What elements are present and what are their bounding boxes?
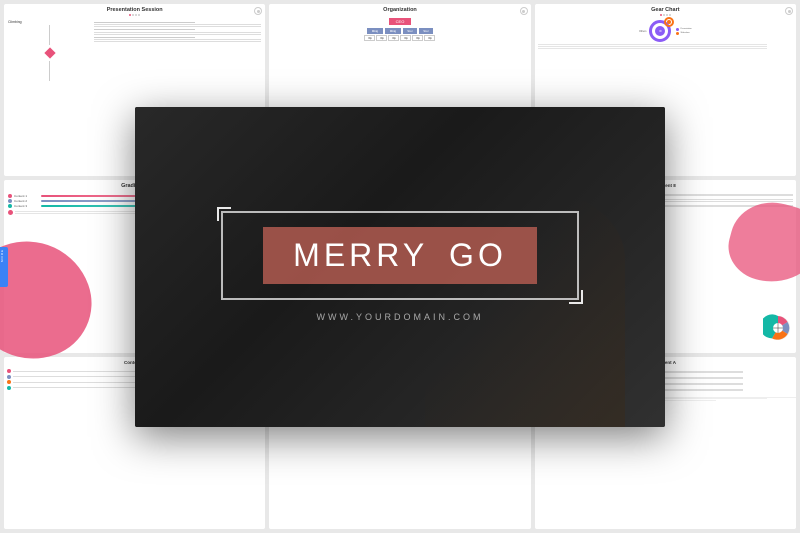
gear-dot2 [663,14,665,16]
gear-labels-left: Others [639,30,647,33]
slide1-title: Presentation Session [4,4,265,14]
gear-text-lines [535,42,796,51]
slide-org-menu[interactable] [520,7,528,15]
gear-icon-large: ⚙ [659,29,662,33]
gi-dot3 [8,204,12,208]
bl-dot3 [7,380,11,384]
dot1 [129,14,131,16]
sub3: Op [388,35,399,41]
gi-label2: Content 2 [14,199,39,203]
slide1-right [94,20,261,81]
slide1-step3 [94,37,194,38]
slide1-left: Climbing [8,20,91,81]
slide1-line3 [94,32,261,33]
gear-label-others: Others [639,30,647,33]
slide1-line4 [94,34,261,35]
gear-dot4 [669,14,671,16]
gear-legend-dot1 [676,28,679,31]
slide2-sub-row: Op Op Op Op Op Op [269,35,530,41]
slide2-dept-row: Mktg Mktg Stor Stor [269,28,530,34]
rmd-pie [763,313,793,348]
gear-circle-small [664,17,674,27]
sub1: Op [364,35,375,41]
dot2 [132,14,134,16]
slide2-ceo-row: CEO [269,16,530,27]
gear-legend-label2: Slideshow [680,32,689,34]
slide-gear-menu[interactable] [785,7,793,15]
bl-dot4 [7,386,11,390]
slide1-line1 [94,24,261,25]
gear-legend-item2: Slideshow [676,32,691,35]
sub5: Op [412,35,423,41]
sidebar-tab[interactable]: MORE [0,247,8,287]
dept3: Stor [403,28,417,34]
dept4: Stor [419,28,433,34]
dot3 [135,14,137,16]
gi-label1: Content 1 [14,194,39,198]
pie-svg [763,313,793,343]
bl-dot2 [7,375,11,379]
gear-legend-item1: Presentation [676,28,691,31]
slide3-title: Gear Chart [535,4,796,14]
gear-line1 [538,44,768,45]
gear-dot3 [666,14,668,16]
slide1-climbing-label: Climbing [8,20,91,24]
grad-circle-icon [8,210,13,215]
gear-inner-large: ⚙ [655,26,665,36]
sidebar-tab-label: MORE [0,247,4,264]
main-title-part2: GO [449,237,507,273]
gear-dot1 [660,14,662,16]
slide2-title: Organization [269,4,530,14]
sub4: Op [400,35,411,41]
main-title: MERRY GO [293,237,507,274]
gi-label3: Content 3 [14,204,39,208]
slide1-line2 [94,26,261,27]
main-title-bg: MERRY GO [263,227,537,284]
dept2: Mktg [385,28,401,34]
main-title-part1: MERRY [293,237,428,273]
gi-dot1 [8,194,12,198]
gear-circle-large: ⚙ [649,20,671,42]
slide3-gear-area: Others ⚙ Presentation [535,20,796,42]
slide3-dots [535,14,796,16]
dot4 [138,14,140,16]
main-subtitle: WWW.YOURDOMAIN.COM [317,312,484,322]
gear-inner-small [667,20,671,24]
slide1-vline [49,25,50,45]
slide1-vline2 [49,61,50,81]
slide1-line6 [94,41,261,42]
main-slide-content: MERRY GO WWW.YOURDOMAIN.COM [135,107,665,427]
gear-legend-dot2 [676,32,679,35]
main-title-box: MERRY GO [221,211,579,300]
slide1-step2 [94,29,194,30]
gear-line3 [538,48,768,49]
bl-dot1 [7,369,11,373]
slide1-line5 [94,39,261,40]
gear-line2 [538,46,768,47]
dept1: Mktg [367,28,383,34]
slide1-content: Climbing [4,18,265,83]
sub6: Op [424,35,435,41]
slide1-diamond [44,47,55,58]
sub2: Op [376,35,387,41]
slide2-ceo: CEO [389,18,411,25]
main-slide: MERRY GO WWW.YOURDOMAIN.COM [135,107,665,427]
gear-circles: ⚙ [649,20,671,42]
slide1-step1 [94,22,194,23]
gi-dot2 [8,199,12,203]
slide1-dots [4,14,265,16]
gear-legend-label1: Presentation [680,28,691,30]
gear-legend: Presentation Slideshow [676,28,691,35]
